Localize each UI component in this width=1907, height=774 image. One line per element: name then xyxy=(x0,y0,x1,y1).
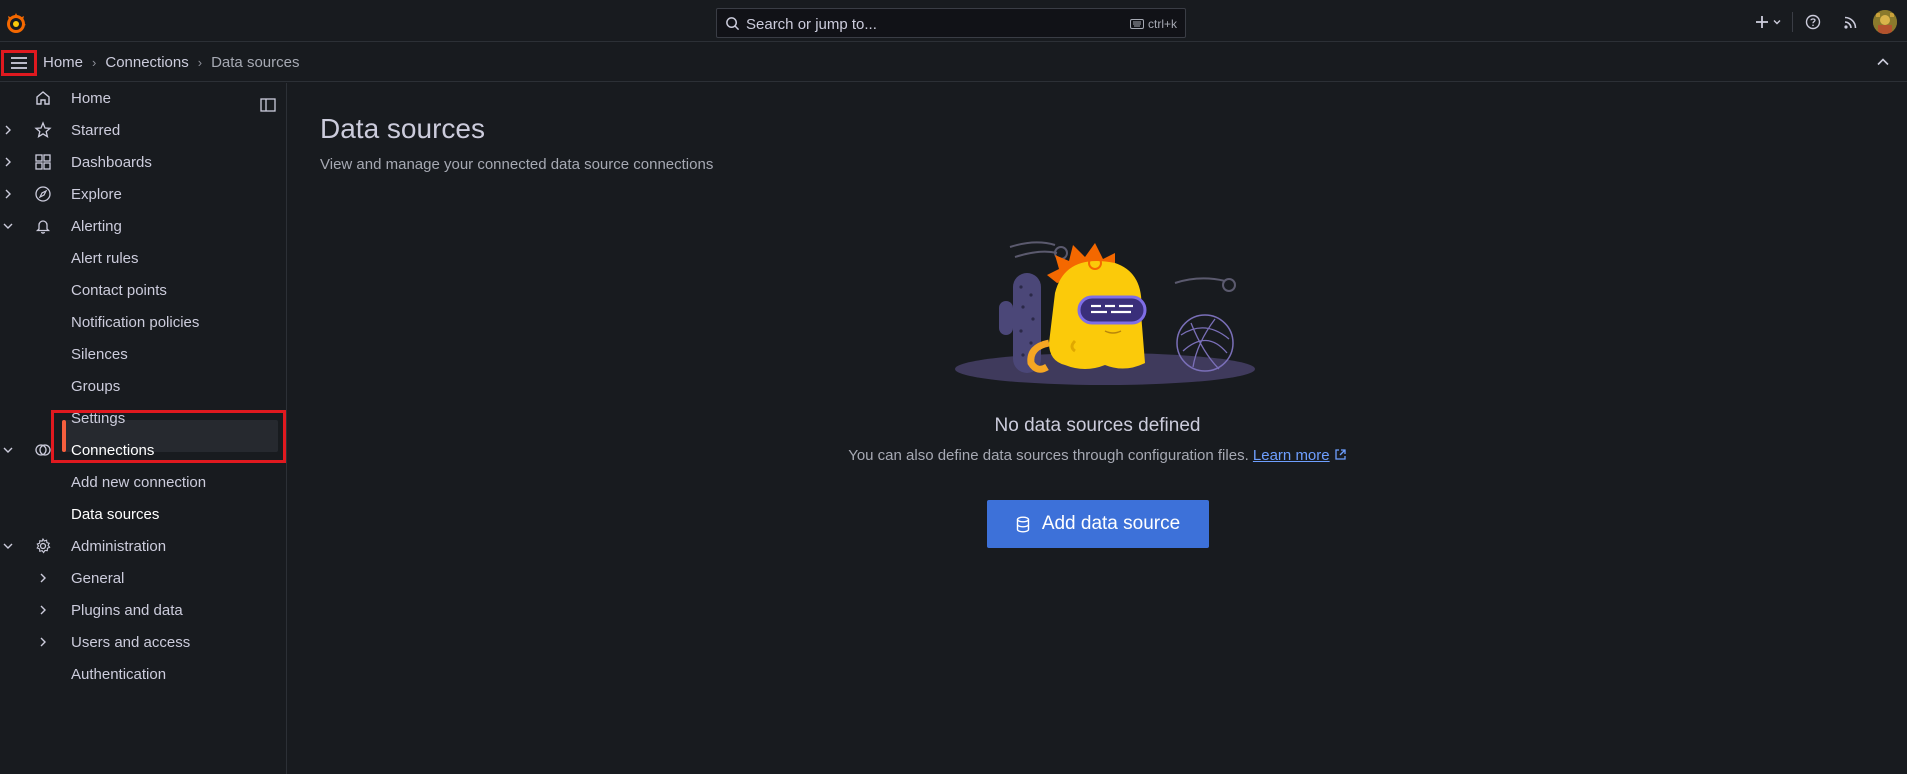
sidebar-item-label: Notification policies xyxy=(71,313,200,331)
bell-icon xyxy=(35,220,51,234)
search-input[interactable]: Search or jump to... ctrl+k xyxy=(716,8,1186,38)
top-bar: Search or jump to... ctrl+k xyxy=(0,0,1907,42)
sidebar-item-label: Dashboards xyxy=(71,153,152,171)
shortcut-text: ctrl+k xyxy=(1147,17,1177,31)
add-data-source-label: Add data source xyxy=(1041,513,1181,534)
sidebar-item-alerting[interactable]: Alerting xyxy=(0,211,280,241)
breadcrumb: Home › Connections › Data sources xyxy=(43,54,299,71)
learn-more-label: Learn more xyxy=(1252,447,1330,464)
search-placeholder: Search or jump to... xyxy=(746,16,877,33)
sidebar-item-add-new-connection[interactable]: Add new connection xyxy=(0,467,280,497)
sidebar-item-starred[interactable]: Starred xyxy=(0,115,280,145)
grafana-logo[interactable] xyxy=(3,10,29,36)
compass-icon xyxy=(35,186,51,202)
chevron-down-icon[interactable] xyxy=(2,444,14,456)
sidebar-item-label: Silences xyxy=(71,345,128,363)
avatar[interactable] xyxy=(1873,10,1897,34)
breadcrumb-home[interactable]: Home xyxy=(43,54,83,71)
highlight-box xyxy=(51,410,286,463)
empty-state-text: You can also define data sources through… xyxy=(288,447,1907,464)
sidebar: Home Starred Dashboards Explore Alerting… xyxy=(0,83,287,774)
chevron-down-icon xyxy=(1773,20,1780,25)
empty-state-illustration xyxy=(955,241,1255,385)
sidebar-item-label: Users and access xyxy=(71,633,191,651)
sidebar-item-label: Home xyxy=(71,89,112,107)
database-icon xyxy=(1016,516,1030,532)
sidebar-item-silences[interactable]: Silences xyxy=(0,339,280,369)
main-content: Data sources View and manage your connec… xyxy=(288,83,1907,774)
news-button[interactable] xyxy=(1837,8,1865,36)
menu-toggle-button[interactable] xyxy=(1,50,37,76)
sidebar-item-label: Data sources xyxy=(71,505,160,523)
sidebar-item-label: Contact points xyxy=(71,281,167,299)
sidebar-item-home[interactable]: Home xyxy=(0,83,280,113)
add-data-source-button[interactable]: Add data source xyxy=(987,500,1209,548)
home-icon xyxy=(36,91,50,105)
sidebar-item-administration[interactable]: Administration xyxy=(0,531,280,561)
sidebar-item-label: Alert rules xyxy=(71,249,139,267)
empty-state-description: You can also define data sources through… xyxy=(848,447,1249,464)
sidebar-item-general[interactable]: General xyxy=(0,563,280,593)
topbar-actions xyxy=(1750,8,1897,36)
breadcrumb-connections[interactable]: Connections xyxy=(105,54,188,71)
sidebar-item-label: Groups xyxy=(71,377,121,395)
chevron-down-icon[interactable] xyxy=(2,540,14,552)
page-title: Data sources xyxy=(320,113,485,144)
breadcrumb-bar: Home › Connections › Data sources xyxy=(0,43,1907,82)
help-button[interactable] xyxy=(1799,8,1827,36)
sidebar-item-alert-rules[interactable]: Alert rules xyxy=(0,243,280,273)
new-button[interactable] xyxy=(1750,8,1786,36)
sidebar-item-label: General xyxy=(71,569,125,587)
external-link-icon xyxy=(1335,449,1346,460)
sidebar-item-contact-points[interactable]: Contact points xyxy=(0,275,280,305)
divider xyxy=(1792,12,1793,32)
keyboard-icon xyxy=(1129,19,1144,29)
gear-icon xyxy=(36,537,51,554)
chevron-right-icon[interactable] xyxy=(2,156,14,168)
plus-icon xyxy=(1755,16,1768,28)
search-shortcut: ctrl+k xyxy=(1129,17,1177,31)
learn-more-link[interactable]: Learn more xyxy=(1253,447,1330,464)
menu-icon xyxy=(11,57,27,69)
sidebar-item-label: Add new connection xyxy=(71,473,207,491)
rss-icon xyxy=(1844,16,1857,29)
chevron-right-icon[interactable] xyxy=(37,572,49,584)
sidebar-item-label: Explore xyxy=(71,185,122,203)
dashboards-icon xyxy=(35,154,51,170)
sidebar-item-label: Authentication xyxy=(71,665,167,683)
avatar-image xyxy=(1873,10,1897,34)
sidebar-item-label: Administration xyxy=(71,537,167,555)
chevron-right-icon[interactable] xyxy=(2,188,14,200)
chevron-right-icon[interactable] xyxy=(2,124,14,136)
chevron-up-icon[interactable] xyxy=(1875,54,1891,70)
sidebar-item-label: Starred xyxy=(71,121,121,139)
breadcrumb-data-sources: Data sources xyxy=(211,54,300,71)
connections-icon xyxy=(35,444,51,456)
sidebar-item-groups[interactable]: Groups xyxy=(0,371,280,401)
sidebar-item-explore[interactable]: Explore xyxy=(0,179,280,209)
chevron-down-icon[interactable] xyxy=(2,220,14,232)
chevron-right-icon[interactable] xyxy=(37,604,49,616)
help-icon xyxy=(1805,14,1821,30)
empty-state-title: No data sources defined xyxy=(994,415,1201,436)
page-subtitle: View and manage your connected data sour… xyxy=(320,156,714,173)
sidebar-item-authentication[interactable]: Authentication xyxy=(0,659,280,689)
chevron-right-icon[interactable] xyxy=(37,636,49,648)
breadcrumb-separator: › xyxy=(197,55,203,70)
star-icon xyxy=(34,121,52,138)
sidebar-item-plugins-and-data[interactable]: Plugins and data xyxy=(0,595,280,625)
sidebar-item-label: Alerting xyxy=(71,217,122,235)
sidebar-item-notification-policies[interactable]: Notification policies xyxy=(0,307,280,337)
search-icon xyxy=(726,17,740,31)
sidebar-item-label: Plugins and data xyxy=(71,601,183,619)
sidebar-item-data-sources[interactable]: Data sources xyxy=(0,499,280,529)
breadcrumb-separator: › xyxy=(92,55,97,70)
sidebar-item-dashboards[interactable]: Dashboards xyxy=(0,147,280,177)
sidebar-item-users-and-access[interactable]: Users and access xyxy=(0,627,280,657)
